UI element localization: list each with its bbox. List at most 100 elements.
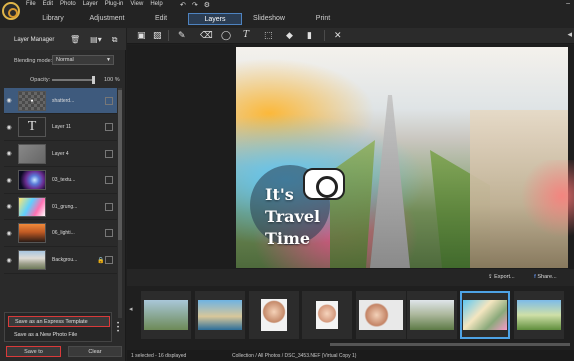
toolbar-divider xyxy=(324,30,325,41)
share-button[interactable]: f Share... xyxy=(534,274,557,280)
opacity-label: Opacity: xyxy=(30,77,51,83)
thumbnail-image xyxy=(316,301,338,329)
more-options-icon[interactable]: • • • xyxy=(117,321,119,335)
export-button[interactable]: ⇪ Export... xyxy=(488,274,515,280)
film-thumbnail[interactable] xyxy=(249,291,299,339)
opacity-value: 100 % xyxy=(104,77,120,83)
visibility-eye-icon[interactable]: ◉ xyxy=(4,177,14,184)
layer-thumbnail: T xyxy=(18,117,46,138)
layer-row[interactable]: ◉ ● shatterd... xyxy=(4,88,117,114)
layer-thumbnail xyxy=(18,196,46,217)
ellipse-shape-icon[interactable]: ◯ xyxy=(221,30,231,41)
tab-layers[interactable]: Layers xyxy=(188,13,242,25)
collapse-panel-icon[interactable]: ◂ xyxy=(567,29,572,40)
settings-gear-icon[interactable]: ⚙ xyxy=(204,1,210,9)
clear-button[interactable]: Clear xyxy=(68,346,122,357)
new-layer-menu-icon[interactable]: ▤▾ xyxy=(90,35,102,45)
minimize-icon[interactable]: – xyxy=(566,0,570,7)
visibility-eye-icon[interactable]: ◉ xyxy=(4,203,14,210)
layer-content-icon: ● xyxy=(30,97,34,104)
layer-list: ◉ ● shatterd... ◉ T Layer 11 ◉ Layer 4 ◉ 03_textu… xyxy=(4,88,117,274)
brush-icon[interactable]: ✎ xyxy=(178,30,186,41)
thumbnail-image xyxy=(463,300,507,330)
blending-mode-select[interactable]: Normal ▼ xyxy=(52,55,114,65)
layer-options-icon[interactable] xyxy=(105,256,113,265)
save-to-button[interactable]: Save to xyxy=(6,346,61,357)
title-line-1: It's xyxy=(265,185,294,204)
undo-icon[interactable]: ↶ xyxy=(180,1,186,9)
blending-mode-value: Normal xyxy=(56,57,74,63)
layer-thumbnail xyxy=(18,223,46,244)
menu-file[interactable]: File xyxy=(26,1,36,10)
layer-options-icon[interactable] xyxy=(105,176,113,185)
menu-photo[interactable]: Photo xyxy=(60,1,76,10)
layer-options-icon[interactable] xyxy=(105,123,113,132)
file-path-status: Collection / All Photos / DSC_3453.NEF (… xyxy=(232,353,357,359)
film-thumbnail[interactable] xyxy=(302,291,352,339)
film-thumbnail-selected[interactable] xyxy=(460,291,510,339)
layer-row[interactable]: ◉ Backgrou... 🔒 xyxy=(4,247,117,274)
layer-row[interactable]: ◉ 01_grung... xyxy=(4,194,117,221)
tab-edit[interactable]: Edit xyxy=(134,13,188,25)
opacity-slider-track[interactable] xyxy=(52,79,94,81)
visibility-eye-icon[interactable]: ◉ xyxy=(4,257,14,264)
crop-cross-icon[interactable]: ✕ xyxy=(334,30,342,41)
lock-icon[interactable]: 🔒 xyxy=(97,257,105,264)
visibility-eye-icon[interactable]: ◉ xyxy=(4,230,14,237)
layer-row[interactable]: ◉ Layer 4 xyxy=(4,141,117,168)
layer-name: 03_textu... xyxy=(52,177,76,184)
layer-options-icon[interactable] xyxy=(105,96,113,105)
menu-edit[interactable]: Edit xyxy=(43,1,53,10)
visibility-eye-icon[interactable]: ◉ xyxy=(4,124,14,131)
gradient-tool-icon[interactable]: ▮ xyxy=(307,30,312,41)
selection-tool-icon[interactable]: ⬚ xyxy=(264,30,273,41)
export-label: Export... xyxy=(494,274,515,280)
app-logo-icon xyxy=(2,2,20,20)
film-thumbnail[interactable] xyxy=(141,291,191,339)
mode-tabs: Library Adjustment Edit Layers Slideshow… xyxy=(26,13,350,25)
visibility-eye-icon[interactable]: ◉ xyxy=(4,150,14,157)
layer-manager-actions: 🗑 ▤▾ ⧉ xyxy=(70,35,117,45)
tab-slideshow[interactable]: Slideshow xyxy=(242,13,296,25)
fill-bucket-icon[interactable]: ◆ xyxy=(286,30,293,41)
film-thumbnail[interactable] xyxy=(356,291,406,339)
add-image-layer-icon[interactable]: ▨ xyxy=(153,30,162,41)
save-as-express-template-item[interactable]: Save as an Express Template xyxy=(8,316,110,327)
menu-view[interactable]: View xyxy=(130,1,143,10)
redo-icon[interactable]: ↷ xyxy=(192,1,198,9)
layer-name: shatterd... xyxy=(52,97,75,104)
duplicate-layer-icon[interactable]: ⧉ xyxy=(112,35,118,45)
layer-row[interactable]: ◉ T Layer 11 xyxy=(4,114,117,141)
camera-icon xyxy=(303,168,345,200)
film-thumbnail[interactable] xyxy=(407,291,457,339)
film-strip-scrollbar[interactable] xyxy=(330,343,570,346)
layer-options-icon[interactable] xyxy=(105,149,113,158)
layer-options-icon[interactable] xyxy=(105,202,113,211)
save-as-new-photo-file-item[interactable]: Save as a New Photo File xyxy=(8,330,110,340)
tab-library[interactable]: Library xyxy=(26,13,80,25)
delete-layer-icon[interactable]: 🗑 xyxy=(70,35,80,45)
visibility-eye-icon[interactable]: ◉ xyxy=(4,97,14,104)
layer-options-icon[interactable] xyxy=(105,229,113,238)
film-thumbnail[interactable] xyxy=(195,291,245,339)
add-photo-layer-icon[interactable]: ▣ xyxy=(137,30,146,41)
layer-thumbnail: ● xyxy=(18,90,46,111)
strip-scroll-left-icon[interactable]: ◂ xyxy=(129,305,133,313)
layer-row[interactable]: ◉ 03_textu... xyxy=(4,167,117,194)
title-line-2: Travel xyxy=(265,207,321,226)
film-thumbnail[interactable] xyxy=(514,291,564,339)
layer-name: 01_grung... xyxy=(52,203,78,210)
menu-layer[interactable]: Layer xyxy=(83,1,98,10)
layer-tools-toolbar xyxy=(127,28,574,44)
layer-row[interactable]: ◉ 06_lighti... xyxy=(4,220,117,247)
tab-print[interactable]: Print xyxy=(296,13,350,25)
opacity-slider-thumb[interactable] xyxy=(92,76,95,84)
menu-help[interactable]: Help xyxy=(150,1,162,10)
layer-list-scroll-thumb[interactable] xyxy=(118,90,122,240)
layer-name: 06_lighti... xyxy=(52,230,75,237)
text-tool-icon[interactable]: T xyxy=(243,30,249,40)
thumbnail-image xyxy=(517,300,561,330)
eraser-icon[interactable]: ⌫ xyxy=(200,30,213,41)
tab-adjustment[interactable]: Adjustment xyxy=(80,13,134,25)
menu-plugin[interactable]: Plug-in xyxy=(105,1,124,10)
